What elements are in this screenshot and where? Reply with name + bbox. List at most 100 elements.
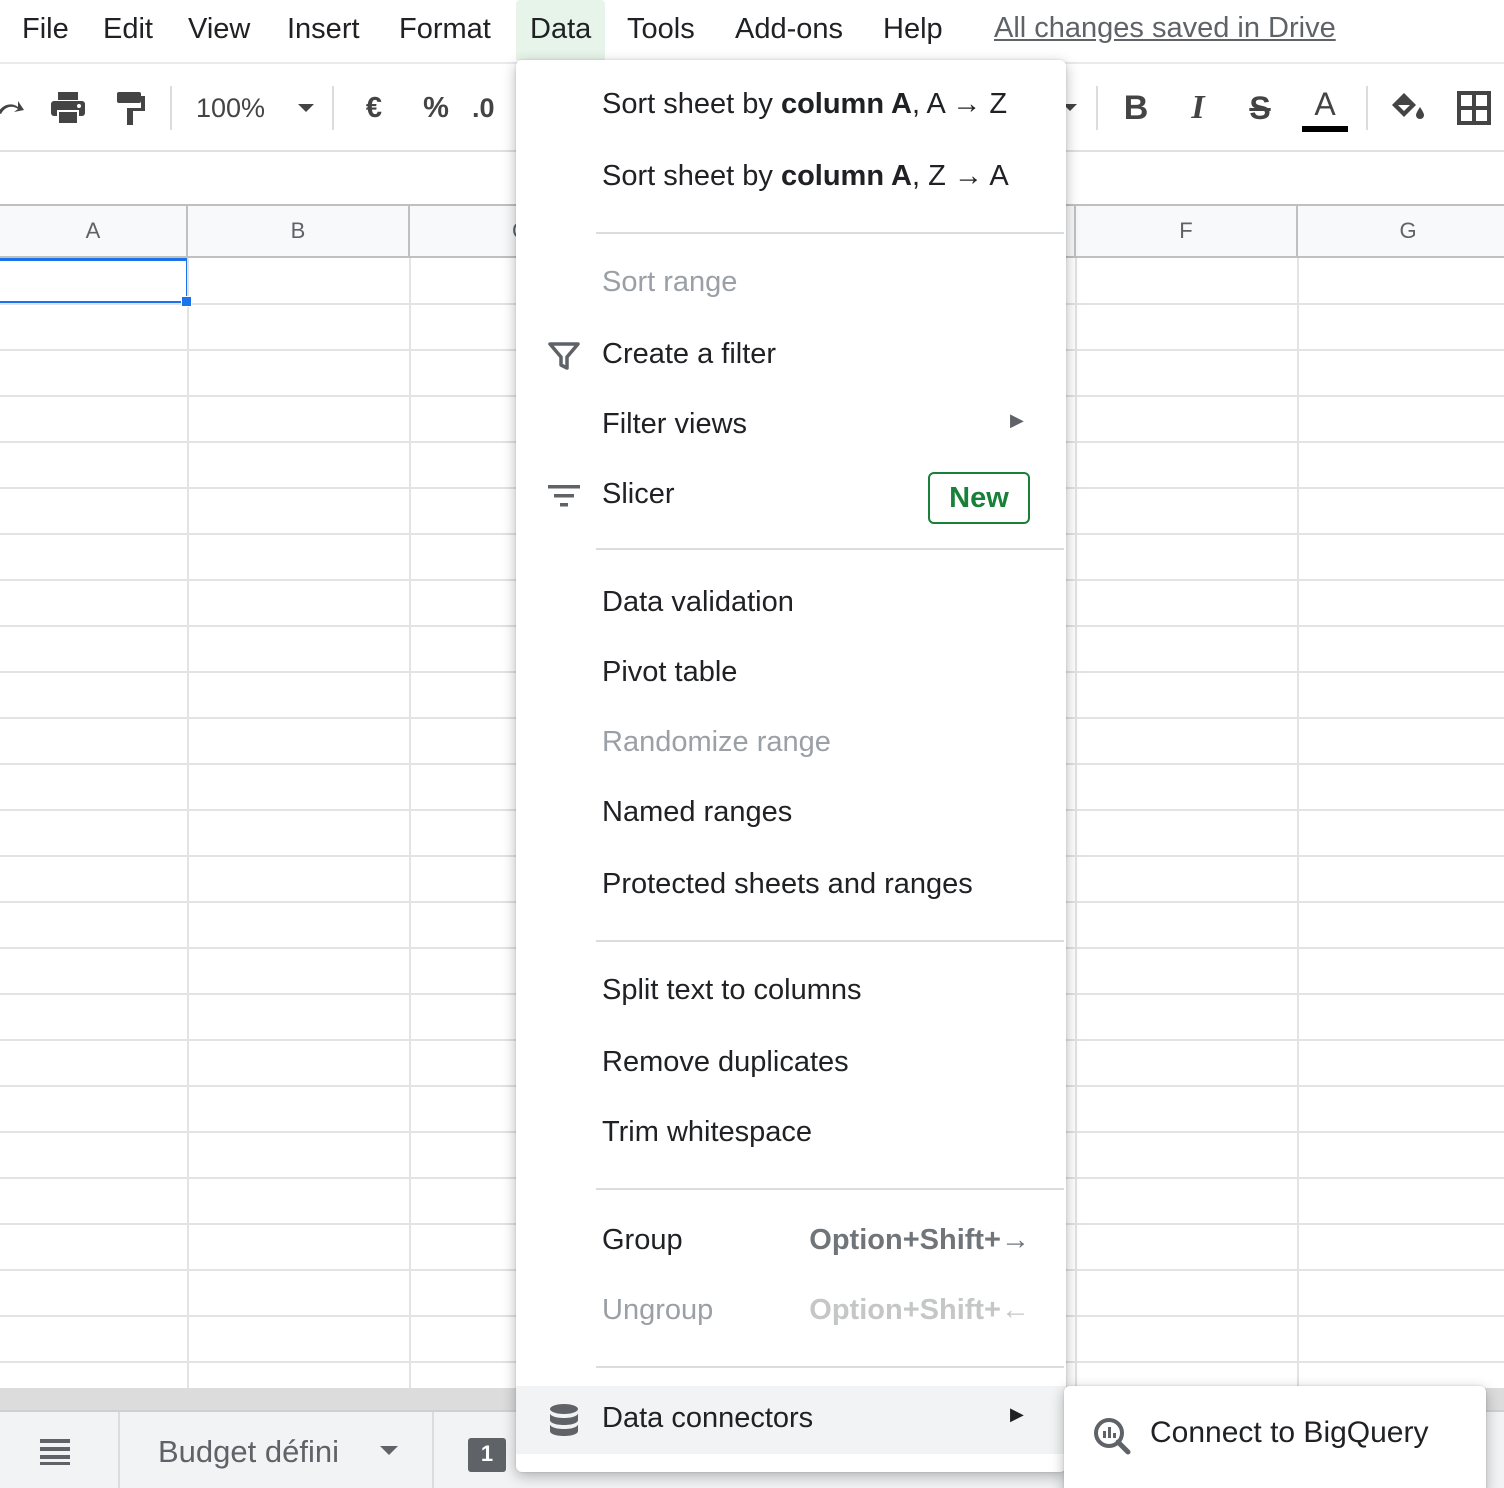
- menu-tools[interactable]: Tools: [613, 0, 709, 60]
- italic-icon[interactable]: I: [1178, 84, 1218, 132]
- data-connectors-label: Data connectors: [602, 1402, 814, 1434]
- strikethrough-icon[interactable]: S: [1240, 84, 1280, 132]
- database-icon: [546, 1402, 582, 1438]
- menu-item-randomize-range[interactable]: Randomize range: [516, 710, 1066, 778]
- print-icon[interactable]: [46, 84, 90, 132]
- sheet-tab-budget[interactable]: Budget défini: [118, 1412, 434, 1488]
- sort-az-label: Sort sheet by column A, A → Z: [602, 88, 1008, 120]
- menu-item-group[interactable]: Group Option+Shift+→: [516, 1208, 1066, 1276]
- bold-label: B: [1123, 88, 1149, 127]
- column-header-b[interactable]: B: [188, 206, 410, 256]
- sheet-tab-dropdown-icon[interactable]: [378, 1444, 400, 1458]
- sheet-tab-label: Budget défini: [158, 1434, 339, 1469]
- remove-duplicates-label: Remove duplicates: [602, 1046, 849, 1078]
- percent-format-button[interactable]: %: [418, 84, 454, 132]
- group-shortcut: Option+Shift+→: [809, 1224, 1030, 1256]
- column-header-f[interactable]: F: [1076, 206, 1298, 256]
- decimal-label: .0: [472, 92, 495, 123]
- decrease-decimal-icon[interactable]: .0: [472, 84, 516, 132]
- zoom-dropdown-icon[interactable]: [292, 84, 320, 132]
- split-text-label: Split text to columns: [602, 974, 862, 1006]
- pivot-table-label: Pivot table: [602, 656, 738, 688]
- menu-item-ungroup[interactable]: Ungroup Option+Shift+←: [516, 1278, 1066, 1346]
- menu-separator: [596, 548, 1064, 550]
- menu-item-sort-az[interactable]: Sort sheet by column A, A → Z: [516, 72, 1066, 140]
- strikethrough-label: S: [1249, 89, 1271, 126]
- named-ranges-label: Named ranges: [602, 796, 793, 828]
- menu-item-filter-views[interactable]: Filter views ▶: [516, 392, 1066, 460]
- menu-bar: File Edit View Insert Format Data Tools …: [0, 0, 1504, 64]
- menu-addons[interactable]: Add-ons: [721, 0, 857, 60]
- menu-item-slicer[interactable]: Slicer New: [516, 462, 1066, 530]
- currency-format-button[interactable]: €: [356, 84, 392, 132]
- toolbar-separator: [332, 86, 334, 130]
- menu-item-named-ranges[interactable]: Named ranges: [516, 780, 1066, 848]
- new-badge: New: [928, 472, 1030, 524]
- menu-item-sort-range[interactable]: Sort range: [516, 250, 1066, 318]
- trim-whitespace-label: Trim whitespace: [602, 1116, 813, 1148]
- fill-color-icon[interactable]: [1386, 84, 1430, 132]
- menu-edit[interactable]: Edit: [89, 0, 167, 60]
- menu-item-connect-bigquery[interactable]: Connect to BigQuery: [1064, 1386, 1486, 1486]
- text-color-label: A: [1314, 86, 1336, 122]
- create-filter-label: Create a filter: [602, 338, 777, 370]
- currency-label: €: [365, 91, 383, 124]
- menu-item-sort-za[interactable]: Sort sheet by column A, Z → A: [516, 144, 1066, 212]
- comment-count-value: 1: [480, 1441, 494, 1466]
- toolbar-separator: [1366, 86, 1368, 130]
- sort-range-label: Sort range: [602, 266, 738, 298]
- menu-view[interactable]: View: [174, 0, 264, 60]
- menu-item-data-connectors[interactable]: Data connectors ▶: [516, 1386, 1066, 1454]
- fill-handle[interactable]: [181, 296, 192, 307]
- connect-bigquery-label: Connect to BigQuery: [1150, 1416, 1429, 1449]
- zoom-value: 100%: [196, 92, 266, 123]
- saved-status-link[interactable]: All changes saved in Drive: [994, 0, 1336, 56]
- menu-item-data-validation[interactable]: Data validation: [516, 570, 1066, 638]
- menu-format[interactable]: Format: [385, 0, 505, 60]
- submenu-arrow-icon: ▶: [1010, 1404, 1024, 1424]
- submenu-arrow-icon: ▶: [1010, 410, 1024, 430]
- grid-column-line: [1075, 258, 1077, 1388]
- comment-count-badge[interactable]: 1: [468, 1438, 506, 1472]
- filter-icon: [546, 338, 582, 374]
- grid-column-line: [187, 258, 189, 1388]
- menu-data[interactable]: Data: [516, 0, 606, 60]
- borders-icon[interactable]: [1454, 84, 1494, 132]
- text-color-swatch: [1302, 126, 1348, 132]
- menu-separator: [596, 940, 1064, 942]
- slicer-icon: [546, 478, 582, 514]
- ungroup-label: Ungroup: [602, 1294, 714, 1326]
- menu-item-split-text[interactable]: Split text to columns: [516, 958, 1066, 1026]
- paint-format-icon[interactable]: [110, 84, 150, 132]
- protected-sheets-label: Protected sheets and ranges: [602, 868, 973, 900]
- menu-separator: [596, 232, 1064, 234]
- column-header-a[interactable]: A: [0, 206, 188, 256]
- zoom-select[interactable]: 100%: [196, 84, 280, 132]
- ungroup-shortcut: Option+Shift+←: [809, 1294, 1030, 1326]
- sort-za-label: Sort sheet by column A, Z → A: [602, 160, 1009, 192]
- data-validation-label: Data validation: [602, 586, 794, 618]
- redo-icon[interactable]: [0, 84, 28, 132]
- data-connectors-submenu: Connect to BigQuery: [1064, 1386, 1486, 1488]
- randomize-range-label: Randomize range: [602, 726, 831, 758]
- menu-insert[interactable]: Insert: [273, 0, 374, 60]
- menu-item-pivot-table[interactable]: Pivot table: [516, 640, 1066, 708]
- column-header-g[interactable]: G: [1298, 206, 1504, 256]
- grid-column-line: [409, 258, 411, 1388]
- menu-item-trim-whitespace[interactable]: Trim whitespace: [516, 1100, 1066, 1168]
- italic-label: I: [1191, 89, 1205, 126]
- menu-item-remove-duplicates[interactable]: Remove duplicates: [516, 1030, 1066, 1098]
- menu-help[interactable]: Help: [869, 0, 957, 60]
- toolbar-separator: [1096, 86, 1098, 130]
- text-color-icon[interactable]: A: [1300, 82, 1350, 136]
- bigquery-icon: [1094, 1418, 1131, 1455]
- selected-cell[interactable]: [0, 258, 189, 304]
- menu-file[interactable]: File: [8, 0, 83, 60]
- data-menu-dropdown: Sort sheet by column A, A → Z Sort sheet…: [516, 60, 1066, 1472]
- filter-views-label: Filter views: [602, 408, 748, 440]
- bold-icon[interactable]: B: [1116, 84, 1156, 132]
- menu-separator: [596, 1188, 1064, 1190]
- menu-item-protected-sheets[interactable]: Protected sheets and ranges: [516, 852, 1066, 920]
- menu-item-create-filter[interactable]: Create a filter: [516, 322, 1066, 390]
- all-sheets-icon[interactable]: [38, 1436, 72, 1471]
